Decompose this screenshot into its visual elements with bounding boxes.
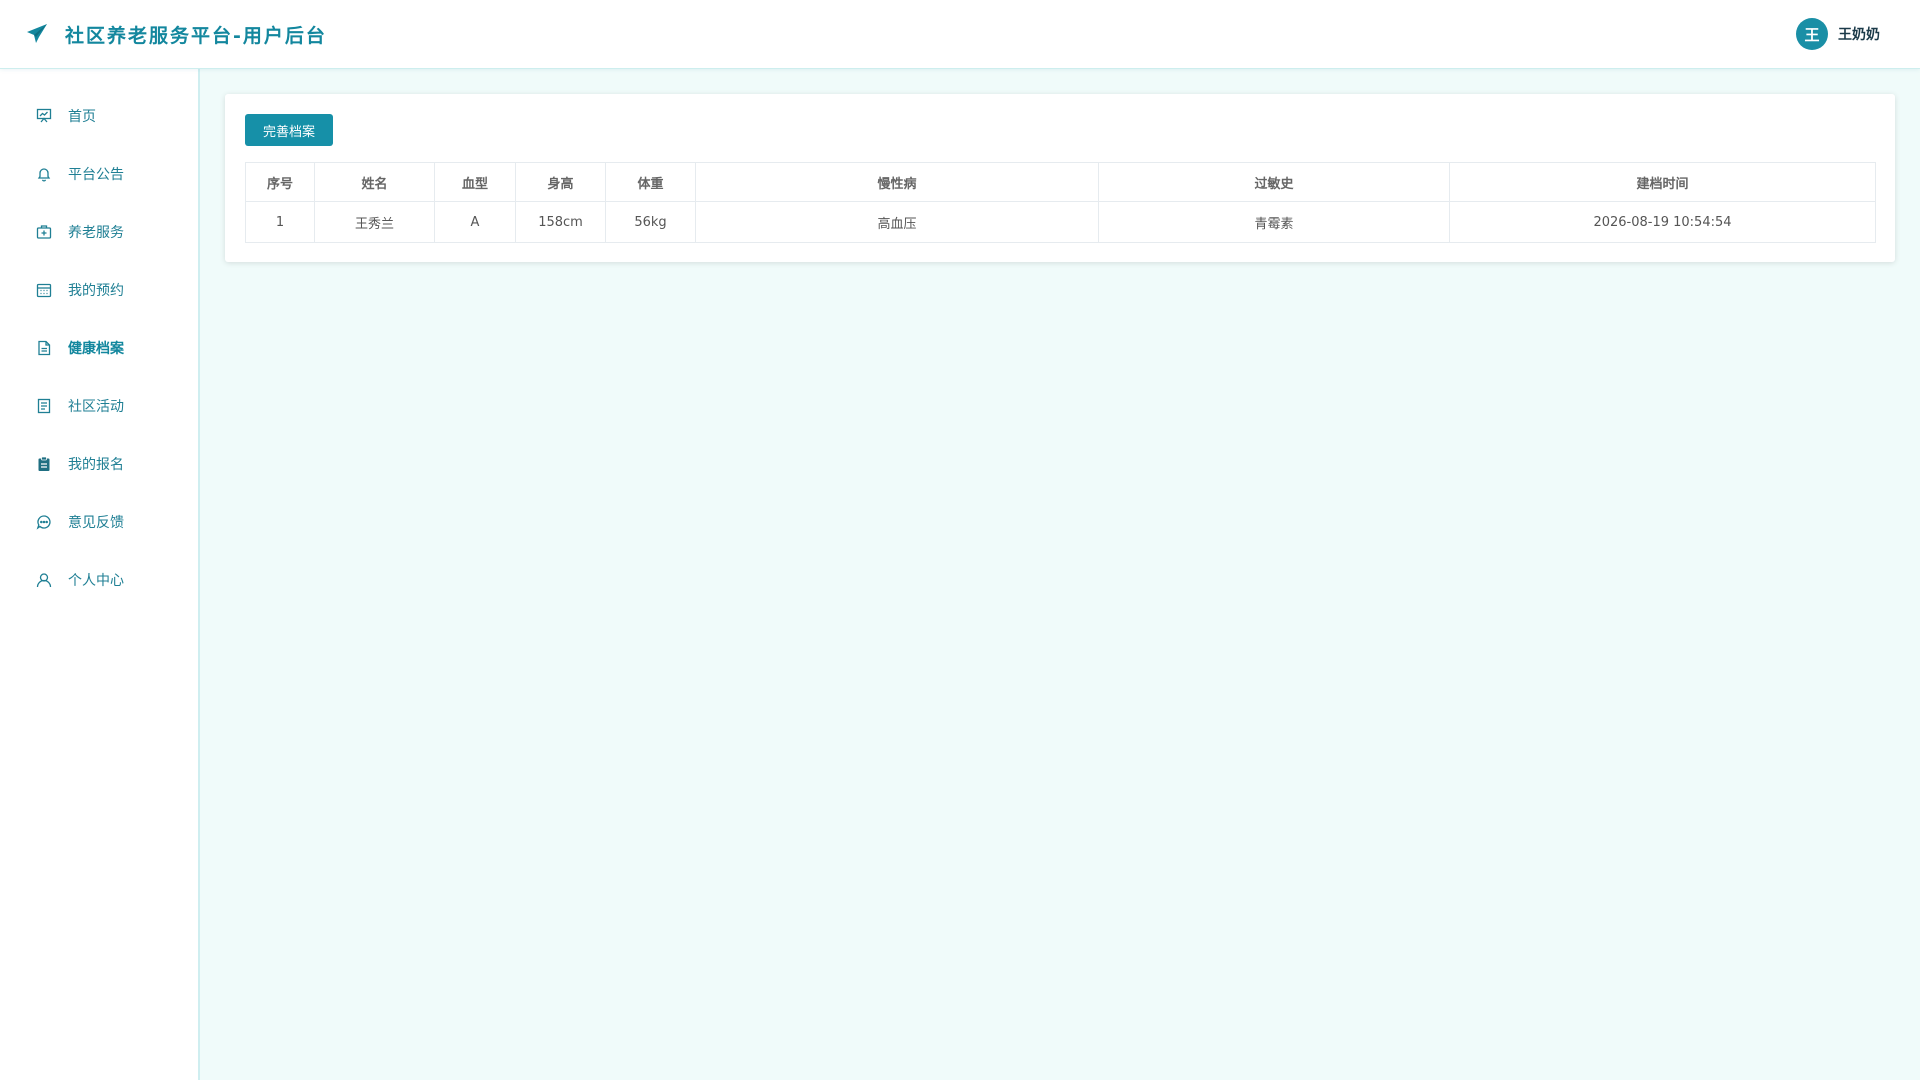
column-header-allergy-history: 过敏史 xyxy=(1098,162,1450,202)
paper-plane-icon xyxy=(25,21,51,47)
sidebar-item-label: 我的预约 xyxy=(68,283,124,299)
chat-bubble-icon xyxy=(35,513,53,531)
sidebar-item-label: 意见反馈 xyxy=(68,515,124,531)
top-header: 社区养老服务平台-用户后台 王 王奶奶 xyxy=(0,0,1920,69)
table-header-row: 序号 姓名 血型 身高 体重 慢性病 过敏史 建档时间 xyxy=(245,162,1876,202)
user-icon xyxy=(35,571,53,589)
sidebar-item-announcements[interactable]: 平台公告 xyxy=(0,152,198,196)
sidebar-item-profile[interactable]: 个人中心 xyxy=(0,558,198,602)
column-header-chronic-disease: 慢性病 xyxy=(695,162,1099,202)
column-header-blood-type: 血型 xyxy=(434,162,516,202)
sidebar-item-label: 平台公告 xyxy=(68,167,124,183)
sidebar: 首页 平台公告 养老服务 我的预约 健康档案 社区活动 我的报名 意见反馈 个人… xyxy=(0,69,200,1080)
table-row: 1 王秀兰 A 158cm 56kg 高血压 青霉素 2026-08-19 10… xyxy=(245,201,1876,243)
cell-allergy-history: 青霉素 xyxy=(1098,201,1450,243)
sidebar-item-label: 首页 xyxy=(68,109,96,125)
bell-icon xyxy=(35,165,53,183)
app-title: 社区养老服务平台-用户后台 xyxy=(65,24,327,47)
column-header-name: 姓名 xyxy=(314,162,435,202)
presentation-board-icon xyxy=(35,107,53,125)
cell-created-time: 2026-08-19 10:54:54 xyxy=(1449,201,1876,243)
cell-index: 1 xyxy=(245,201,315,243)
sidebar-item-health-records[interactable]: 健康档案 xyxy=(0,326,198,370)
list-doc-icon xyxy=(35,397,53,415)
avatar[interactable]: 王 xyxy=(1796,18,1828,50)
username[interactable]: 王奶奶 xyxy=(1838,24,1880,44)
sidebar-item-community-activities[interactable]: 社区活动 xyxy=(0,384,198,428)
cell-weight: 56kg xyxy=(605,201,696,243)
sidebar-item-feedback[interactable]: 意见反馈 xyxy=(0,500,198,544)
column-header-height: 身高 xyxy=(515,162,606,202)
cell-chronic-disease: 高血压 xyxy=(695,201,1099,243)
cell-height: 158cm xyxy=(515,201,606,243)
complete-record-button[interactable]: 完善档案 xyxy=(245,114,333,146)
calendar-icon xyxy=(35,281,53,299)
user-menu[interactable]: 王 王奶奶 xyxy=(1796,18,1880,50)
sidebar-item-label: 我的报名 xyxy=(68,457,124,473)
column-header-created-time: 建档时间 xyxy=(1449,162,1876,202)
sidebar-item-label: 个人中心 xyxy=(68,573,124,589)
sidebar-item-label: 健康档案 xyxy=(68,341,124,357)
sidebar-item-elderly-services[interactable]: 养老服务 xyxy=(0,210,198,254)
brand[interactable]: 社区养老服务平台-用户后台 xyxy=(25,21,327,48)
column-header-index: 序号 xyxy=(245,162,315,202)
health-records-table: 序号 姓名 血型 身高 体重 慢性病 过敏史 建档时间 1 王秀兰 A 158c… xyxy=(245,162,1876,243)
sidebar-item-home[interactable]: 首页 xyxy=(0,94,198,138)
column-header-weight: 体重 xyxy=(605,162,696,202)
cell-name: 王秀兰 xyxy=(314,201,435,243)
sidebar-item-my-registrations[interactable]: 我的报名 xyxy=(0,442,198,486)
document-icon xyxy=(35,339,53,357)
medical-kit-icon xyxy=(35,223,53,241)
sidebar-item-label: 社区活动 xyxy=(68,399,124,415)
main-content: 完善档案 序号 姓名 血型 身高 体重 慢性病 过敏史 建档时间 1 王秀兰 A… xyxy=(200,69,1920,1080)
health-records-card: 完善档案 序号 姓名 血型 身高 体重 慢性病 过敏史 建档时间 1 王秀兰 A… xyxy=(225,94,1895,262)
sidebar-item-my-appointments[interactable]: 我的预约 xyxy=(0,268,198,312)
sidebar-item-label: 养老服务 xyxy=(68,225,124,241)
clipboard-icon xyxy=(35,455,53,473)
cell-blood-type: A xyxy=(434,201,516,243)
